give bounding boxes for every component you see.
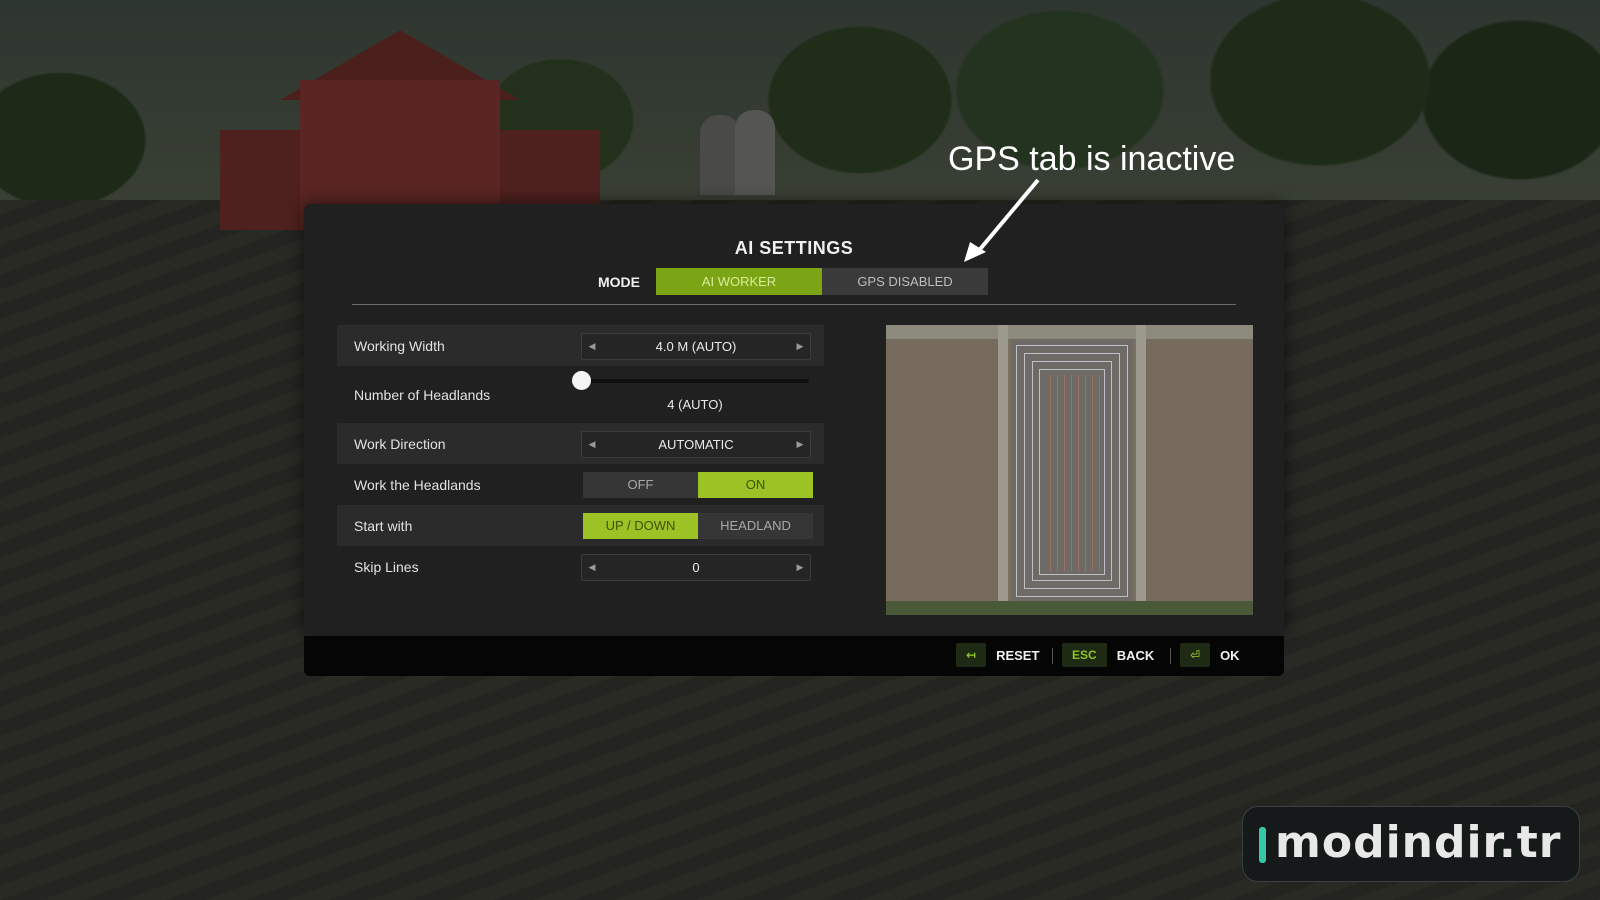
start-with-toggle: UP / DOWN HEADLAND — [583, 513, 813, 539]
ai-settings-dialog: AI SETTINGS MODE AI WORKER GPS DISABLED … — [304, 204, 1284, 636]
swap-arrows-icon: ↤ — [956, 643, 987, 667]
slider-handle[interactable] — [572, 371, 591, 390]
setting-label: Number of Headlands — [354, 386, 491, 403]
working-width-stepper[interactable]: ◀ 4.0 M (AUTO) ▶ — [581, 333, 811, 360]
work-direction-stepper[interactable]: ◀ AUTOMATIC ▶ — [581, 431, 811, 458]
mode-selector: MODE AI WORKER GPS DISABLED — [304, 268, 1284, 296]
silo — [735, 110, 775, 195]
footer-bar: ↤ RESET ESC BACK ⏎ OK — [304, 636, 1284, 676]
stepper-value: 4.0 M (AUTO) — [655, 339, 737, 354]
settings-list: Working Width ◀ 4.0 M (AUTO) ▶ Number of… — [337, 325, 824, 587]
headlands-slider[interactable] — [572, 371, 809, 390]
setting-label: Work Direction — [354, 435, 446, 452]
setting-label: Work the Headlands — [354, 476, 481, 493]
divider — [352, 304, 1236, 305]
annotation-text: GPS tab is inactive — [948, 140, 1236, 178]
field-preview-map — [886, 325, 1253, 615]
setting-skip-lines: Skip Lines ◀ 0 ▶ — [337, 546, 824, 587]
setting-work-direction: Work Direction ◀ AUTOMATIC ▶ — [337, 423, 824, 464]
setting-working-width: Working Width ◀ 4.0 M (AUTO) ▶ — [337, 325, 824, 366]
setting-label: Working Width — [354, 337, 445, 354]
arrow-right-icon[interactable]: ▶ — [790, 432, 810, 457]
back-label: BACK — [1116, 647, 1155, 663]
stepper-value: AUTOMATIC — [658, 437, 734, 452]
setting-label: Start with — [354, 517, 413, 534]
setting-work-the-headlands: Work the Headlands OFF ON — [337, 464, 824, 505]
silo — [700, 115, 740, 195]
skip-lines-stepper[interactable]: ◀ 0 ▶ — [581, 554, 811, 581]
toggle-up-down[interactable]: UP / DOWN — [583, 513, 698, 539]
annotation-arrow-icon — [964, 178, 1040, 262]
watermark-bar — [1259, 827, 1266, 863]
arrow-right-icon[interactable]: ▶ — [790, 334, 810, 359]
ok-label: OK — [1220, 647, 1240, 663]
tab-ai-worker[interactable]: AI WORKER — [656, 268, 822, 295]
setting-number-of-headlands: Number of Headlands 4 (AUTO) — [337, 366, 824, 423]
reset-button[interactable]: ↤ RESET — [956, 643, 1039, 667]
mode-label: MODE — [598, 274, 640, 290]
back-button[interactable]: ESC BACK — [1062, 643, 1154, 667]
stepper-value: 0 — [692, 560, 700, 575]
barn — [200, 20, 620, 230]
watermark-badge: modindir.tr — [1242, 806, 1580, 882]
toggle-headland[interactable]: HEADLAND — [698, 513, 813, 539]
slider-value: 4 (AUTO) — [667, 397, 723, 412]
dialog-title: AI SETTINGS — [734, 238, 854, 258]
esc-key: ESC — [1062, 643, 1107, 667]
watermark-text: modindir.tr — [1275, 817, 1562, 868]
ok-button[interactable]: ⏎ OK — [1180, 643, 1240, 667]
work-headlands-toggle: OFF ON — [583, 472, 813, 498]
arrow-left-icon[interactable]: ◀ — [582, 555, 602, 580]
arrow-right-icon[interactable]: ▶ — [790, 555, 810, 580]
enter-icon: ⏎ — [1180, 643, 1211, 667]
setting-start-with: Start with UP / DOWN HEADLAND — [337, 505, 824, 546]
work-lines — [1044, 375, 1102, 571]
arrow-left-icon[interactable]: ◀ — [582, 432, 602, 457]
toggle-off[interactable]: OFF — [583, 472, 698, 498]
tab-gps-disabled[interactable]: GPS DISABLED — [822, 268, 988, 295]
toggle-on[interactable]: ON — [698, 472, 813, 498]
setting-label: Skip Lines — [354, 558, 419, 575]
reset-label: RESET — [996, 647, 1040, 663]
arrow-left-icon[interactable]: ◀ — [582, 334, 602, 359]
